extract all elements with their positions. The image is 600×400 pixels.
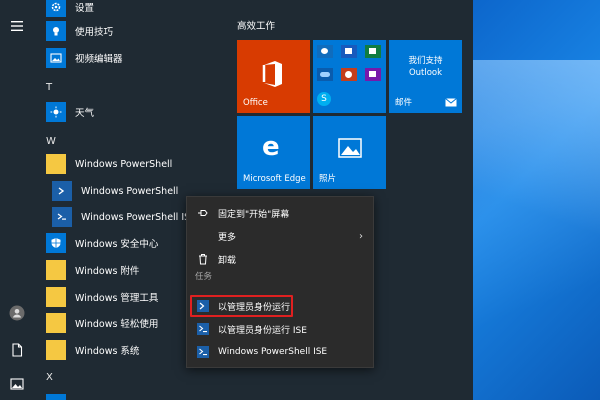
app-tips[interactable]: 使用技巧 <box>46 19 224 43</box>
highlight-box <box>190 295 293 317</box>
menu-item-label: 以管理员身份运行 ISE <box>218 325 307 336</box>
menu-item-pin-to-start[interactable]: 固定到"开始"屏幕 <box>187 202 373 224</box>
tile-mail[interactable]: 我们支持 Outlook 邮件 <box>389 40 462 113</box>
photo-video-icon <box>46 48 66 68</box>
tile-label: 邮件 <box>395 98 413 108</box>
app-video-editor[interactable]: 视频编辑器 <box>46 46 224 70</box>
office-icon <box>262 61 282 87</box>
folder-icon <box>46 340 66 360</box>
menu-item-more[interactable]: 更多 › <box>187 225 373 247</box>
app-label: 使用技巧 <box>75 27 114 38</box>
app-label: Windows 系统 <box>75 346 140 357</box>
app-label: Windows 附件 <box>75 266 140 277</box>
tile-label: Office <box>243 98 268 108</box>
folder-icon <box>46 287 66 307</box>
app-weather[interactable]: 天气 <box>46 100 224 124</box>
onedrive-mini-icon <box>317 68 333 81</box>
powershell-ise-icon <box>52 207 72 227</box>
app-label: Windows PowerShell ISE <box>81 211 197 223</box>
app-folder-windows-powershell[interactable]: Windows PowerShell <box>46 152 224 176</box>
app-label: Windows PowerShell <box>75 158 173 170</box>
app-label: 设置 <box>75 3 95 14</box>
tile-group-header[interactable]: 高效工作 <box>237 18 275 32</box>
pictures-icon[interactable] <box>9 376 25 392</box>
excel-mini-icon <box>365 45 381 58</box>
menu-item-run-ise-as-admin[interactable]: 以管理员身份运行 ISE <box>187 318 373 340</box>
tile-label: Microsoft Edge <box>243 174 306 184</box>
app-label: Windows 轻松使用 <box>75 319 159 330</box>
letter-header-x[interactable]: X <box>46 372 53 383</box>
tile-photos[interactable]: 照片 <box>313 116 386 189</box>
tile-office-apps-folder[interactable]: S <box>313 40 386 113</box>
outlook-mini-icon <box>317 45 333 58</box>
folder-icon <box>46 154 66 174</box>
menu-item-label: 卸载 <box>218 255 237 266</box>
app-label: Windows PowerShell <box>81 185 179 197</box>
photos-icon <box>338 138 362 158</box>
powershell-ise-icon <box>197 346 209 358</box>
powerpoint-mini-icon <box>341 68 357 81</box>
app-label: 视频编辑器 <box>75 54 123 65</box>
menu-item-label: 更多 <box>218 232 237 243</box>
letter-header-w[interactable]: W <box>46 136 56 147</box>
sun-icon <box>46 102 66 122</box>
menu-item-label: Windows PowerShell ISE <box>218 347 328 357</box>
chevron-right-icon: › <box>359 230 363 242</box>
app-settings[interactable]: 设置 <box>46 0 224 19</box>
app-label: 天气 <box>75 108 95 119</box>
app-partial[interactable] <box>46 392 224 400</box>
document-icon[interactable] <box>9 342 25 358</box>
app-label: Windows 管理工具 <box>75 293 159 304</box>
lightbulb-icon <box>46 21 66 41</box>
tile-mail-line2: Outlook <box>408 68 443 78</box>
tile-label: 照片 <box>319 174 337 184</box>
user-icon[interactable] <box>9 305 25 321</box>
folder-icon <box>46 313 66 333</box>
letter-header-t[interactable]: T <box>46 82 52 93</box>
powershell-icon <box>52 181 72 201</box>
tile-office[interactable]: Office <box>237 40 310 113</box>
start-rail <box>0 0 34 400</box>
menu-section-header-tasks: 任务 <box>195 272 213 282</box>
trash-icon <box>199 254 207 265</box>
powershell-ise-icon <box>197 323 209 335</box>
gear-icon <box>46 0 66 17</box>
desktop-wallpaper-rays <box>460 60 600 400</box>
context-menu: 固定到"开始"屏幕 更多 › 卸载 任务 以管理员身份运行 以管理员身份运行 I… <box>186 196 374 368</box>
menu-item-uninstall[interactable]: 卸载 <box>187 248 373 270</box>
edge-icon: e <box>262 132 280 162</box>
mail-icon <box>445 98 457 107</box>
tile-microsoft-edge[interactable]: e Microsoft Edge <box>237 116 310 189</box>
app-label: Windows 安全中心 <box>75 239 159 250</box>
folder-icon <box>46 260 66 280</box>
onenote-mini-icon <box>365 68 381 81</box>
skype-mini-icon: S <box>317 92 331 106</box>
shield-icon <box>46 233 66 253</box>
pin-icon <box>198 210 208 216</box>
app-icon <box>46 394 66 400</box>
menu-icon[interactable] <box>9 18 25 34</box>
menu-item-powershell-ise[interactable]: Windows PowerShell ISE <box>187 341 373 363</box>
tile-mail-line1: 我们支持 <box>408 56 443 66</box>
menu-item-label: 固定到"开始"屏幕 <box>218 209 290 220</box>
word-mini-icon <box>341 45 357 58</box>
